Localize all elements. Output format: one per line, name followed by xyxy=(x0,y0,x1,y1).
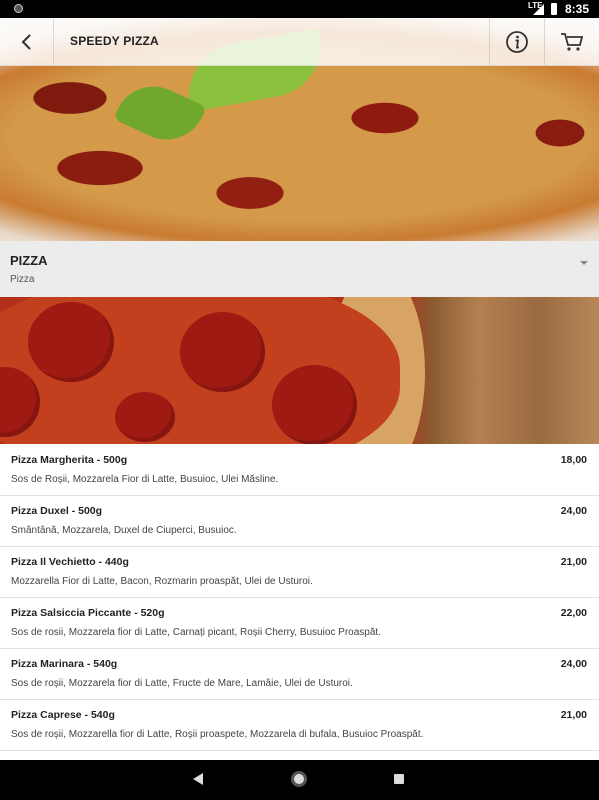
product-price: 22,00 xyxy=(560,607,587,619)
product-item[interactable]: Pizza Il Vechietto - 440g 21,00 Mozzarel… xyxy=(0,547,599,598)
pepperoni xyxy=(180,312,265,392)
product-description: Mozzarella Fior di Latte, Bacon, Rozmari… xyxy=(11,576,313,587)
pepperoni xyxy=(115,392,175,442)
signal-icon xyxy=(533,4,544,15)
nav-back-icon[interactable] xyxy=(193,773,203,785)
page-title: SPEEDY PIZZA xyxy=(70,34,159,48)
product-price: 21,00 xyxy=(560,709,587,721)
product-name: Pizza Il Vechietto - 440g xyxy=(11,556,129,568)
product-name: Pizza Marinara - 540g xyxy=(11,658,118,670)
product-item[interactable]: Pizza Marinara - 540g 24,00 Sos de roșii… xyxy=(0,649,599,700)
category-subtitle: Pizza xyxy=(10,274,35,285)
product-price: 18,00 xyxy=(560,454,587,466)
product-description: Sos de rosii, Mozzarela fior di Latte, C… xyxy=(11,627,381,638)
app-bar: SPEEDY PIZZA xyxy=(0,18,599,66)
product-item[interactable]: Pizza Duxel - 500g 24,00 Smântână, Mozza… xyxy=(0,496,599,547)
product-item[interactable]: Pizza Salsiccia Piccante - 520g 22,00 So… xyxy=(0,598,599,649)
nav-recents-icon[interactable] xyxy=(394,774,404,784)
status-bar: LTE 8:35 xyxy=(0,0,599,18)
product-name: Pizza Caprese - 540g xyxy=(11,709,115,721)
product-name: Pizza Salsiccia Piccante - 520g xyxy=(11,607,165,619)
cart-icon xyxy=(561,32,584,51)
nav-home-icon[interactable] xyxy=(291,771,307,787)
category-title: PIZZA xyxy=(10,253,48,268)
info-icon xyxy=(506,30,528,53)
info-button[interactable] xyxy=(489,18,544,65)
pepperoni xyxy=(28,302,114,382)
battery-icon xyxy=(551,3,557,15)
pepperoni xyxy=(272,365,357,444)
product-description: Sos de roșii, Mozzarella fior di Latte, … xyxy=(11,729,424,740)
clock: 8:35 xyxy=(565,2,590,16)
category-image xyxy=(0,297,599,444)
category-header[interactable]: PIZZA Pizza xyxy=(0,241,599,297)
product-description: Sos de Roșii, Mozzarela Fior di Latte, B… xyxy=(11,474,279,485)
product-description: Smântână, Mozzarela, Duxel de Ciuperci, … xyxy=(11,525,237,536)
product-description: Sos de roșii, Mozzarela fior di Latte, F… xyxy=(11,678,353,689)
cart-button[interactable] xyxy=(544,18,599,65)
back-button[interactable] xyxy=(0,18,54,65)
product-name: Pizza Margherita - 500g xyxy=(11,454,128,466)
product-item[interactable]: Pizza Caprese - 540g 21,00 Sos de roșii,… xyxy=(0,700,599,751)
product-name: Pizza Duxel - 500g xyxy=(11,505,103,517)
product-item[interactable]: Pizza Margherita - 500g 18,00 Sos de Roș… xyxy=(0,445,599,496)
product-price: 21,00 xyxy=(560,556,587,568)
product-price: 24,00 xyxy=(560,658,587,670)
caret-down-icon[interactable] xyxy=(579,259,589,267)
product-list: Pizza Margherita - 500g 18,00 Sos de Roș… xyxy=(0,445,599,751)
navigation-bar xyxy=(0,760,599,800)
product-price: 24,00 xyxy=(560,505,587,517)
notification-icon xyxy=(14,4,23,13)
chevron-left-icon xyxy=(21,33,31,50)
